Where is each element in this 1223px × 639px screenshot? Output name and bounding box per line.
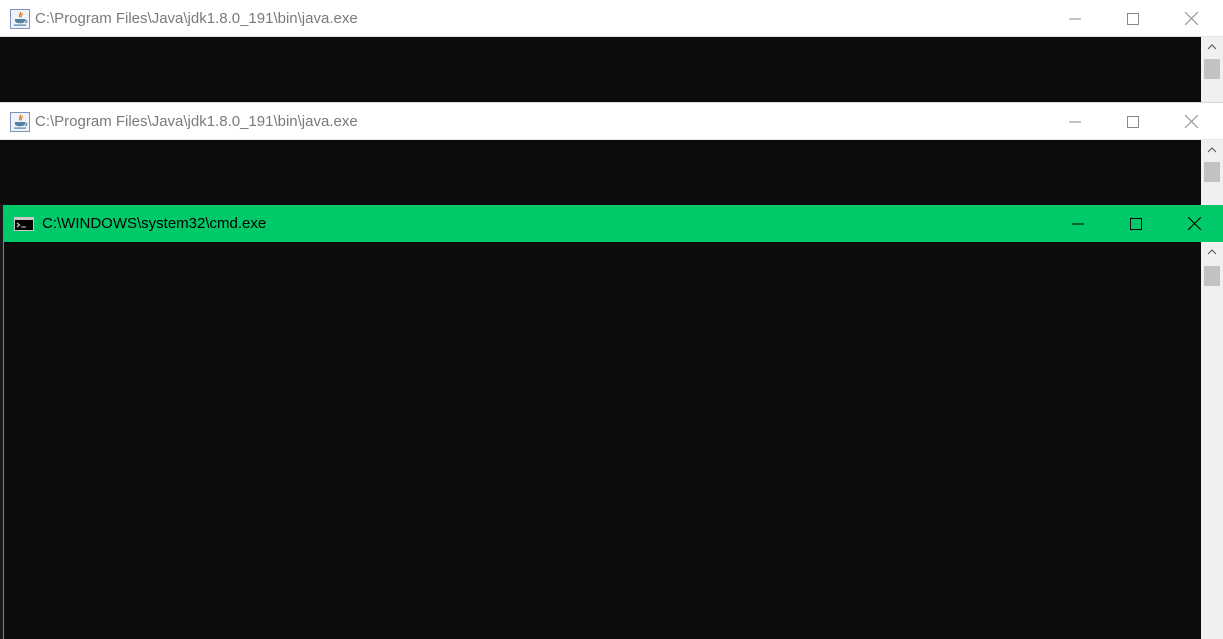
close-button[interactable] [1165, 205, 1223, 242]
vertical-scrollbar[interactable] [1201, 140, 1223, 205]
maximize-icon [1127, 12, 1139, 25]
scroll-thumb[interactable] [1204, 162, 1220, 182]
window-title: C:\WINDOWS\system32\cmd.exe [42, 215, 267, 232]
minimize-icon [1072, 223, 1084, 224]
maximize-button[interactable] [1107, 205, 1165, 242]
maximize-button[interactable] [1104, 0, 1162, 37]
maximize-icon [1130, 217, 1142, 230]
maximize-button[interactable] [1104, 103, 1162, 140]
window-title: C:\Program Files\Java\jdk1.8.0_191\bin\j… [35, 10, 358, 27]
minimize-button[interactable] [1049, 205, 1107, 242]
chevron-up-icon [1207, 44, 1217, 50]
maximize-icon [1127, 115, 1139, 128]
close-button[interactable] [1162, 103, 1220, 140]
close-icon [1184, 12, 1198, 25]
title-bar[interactable]: C:\WINDOWS\system32\cmd.exe [4, 205, 1223, 242]
console-output[interactable] [0, 37, 1201, 103]
minimize-button[interactable] [1046, 0, 1104, 37]
minimize-icon [1069, 18, 1081, 19]
cmd-window[interactable]: C:\WINDOWS\system32\cmd.exe [3, 205, 1223, 639]
close-button[interactable] [1162, 0, 1220, 37]
java-console-window-2[interactable]: C:\Program Files\Java\jdk1.8.0_191\bin\j… [0, 102, 1223, 205]
scroll-thumb[interactable] [1204, 266, 1220, 286]
scroll-up-button[interactable] [1201, 140, 1223, 160]
vertical-scrollbar[interactable] [1201, 242, 1223, 639]
vertical-scrollbar[interactable] [1201, 37, 1223, 103]
close-icon [1187, 217, 1201, 230]
close-icon [1184, 115, 1198, 128]
java-icon [10, 112, 30, 132]
scroll-up-button[interactable] [1201, 242, 1223, 262]
title-bar[interactable]: C:\Program Files\Java\jdk1.8.0_191\bin\j… [0, 103, 1223, 140]
minimize-button[interactable] [1046, 103, 1104, 140]
java-icon [10, 9, 30, 29]
console-output[interactable] [4, 242, 1201, 639]
scroll-up-button[interactable] [1201, 37, 1223, 57]
chevron-up-icon [1207, 249, 1217, 255]
minimize-icon [1069, 121, 1081, 122]
console-output[interactable] [0, 140, 1201, 205]
window-title: C:\Program Files\Java\jdk1.8.0_191\bin\j… [35, 113, 358, 130]
scroll-thumb[interactable] [1204, 59, 1220, 79]
cmd-icon [14, 217, 34, 231]
java-console-window-1[interactable]: C:\Program Files\Java\jdk1.8.0_191\bin\j… [0, 0, 1223, 103]
chevron-up-icon [1207, 147, 1217, 153]
title-bar[interactable]: C:\Program Files\Java\jdk1.8.0_191\bin\j… [0, 0, 1223, 37]
